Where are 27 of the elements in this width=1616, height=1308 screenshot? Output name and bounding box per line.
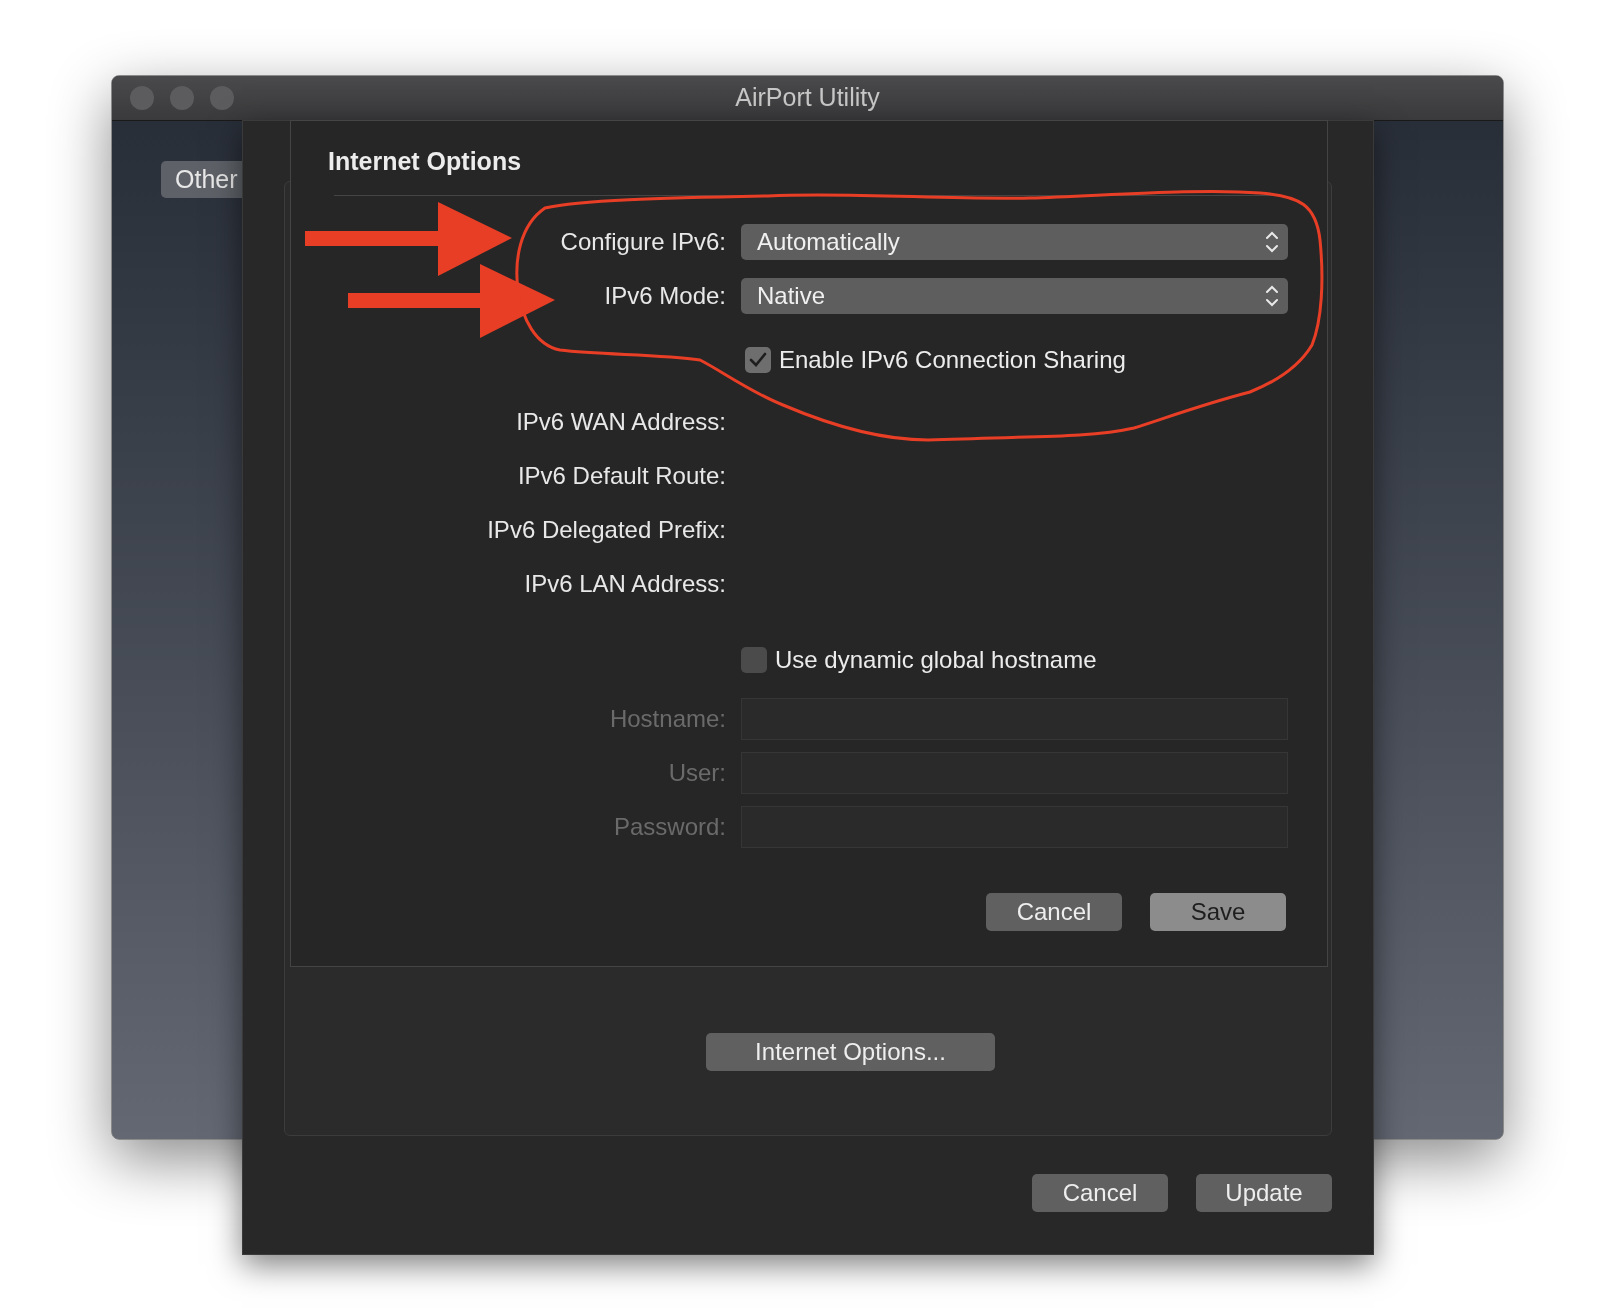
checkbox[interactable]	[741, 646, 767, 673]
checkbox-label: Use dynamic global hostname	[775, 644, 1097, 675]
field-label: IPv6 Mode:	[603, 280, 726, 311]
window-control-icon[interactable]	[170, 86, 194, 110]
info-label: IPv6 Delegated Prefix:	[486, 514, 726, 544]
button[interactable]: Internet Options...	[706, 1033, 995, 1071]
button[interactable]: Save	[1150, 892, 1286, 931]
checkmark-icon	[749, 351, 767, 368]
checkbox-label: Enable IPv6 Connection Sharing	[779, 344, 1126, 375]
window-control-icon[interactable]	[130, 86, 154, 110]
window-title: AirPort Utility	[735, 82, 880, 114]
dialog-title: Internet Options	[328, 147, 522, 175]
segment-button[interactable]: Other	[161, 161, 245, 198]
field-label: Hostname:	[608, 703, 726, 734]
window-control-icon[interactable]	[210, 86, 234, 110]
info-label: IPv6 Default Route:	[516, 460, 726, 490]
info-label: IPv6 WAN Address:	[515, 406, 726, 436]
popup-button[interactable]: Native	[741, 277, 1288, 314]
field-label: User:	[667, 757, 726, 788]
button[interactable]: Cancel	[1032, 1174, 1168, 1212]
info-label: IPv6 LAN Address:	[523, 568, 726, 598]
field-label: Configure IPv6:	[559, 226, 726, 257]
checkbox[interactable]	[745, 346, 771, 373]
button[interactable]: Update	[1196, 1174, 1332, 1212]
field-label: Password:	[612, 811, 726, 842]
popup-button[interactable]: Automatically	[741, 223, 1288, 260]
button[interactable]: Cancel	[986, 892, 1122, 931]
